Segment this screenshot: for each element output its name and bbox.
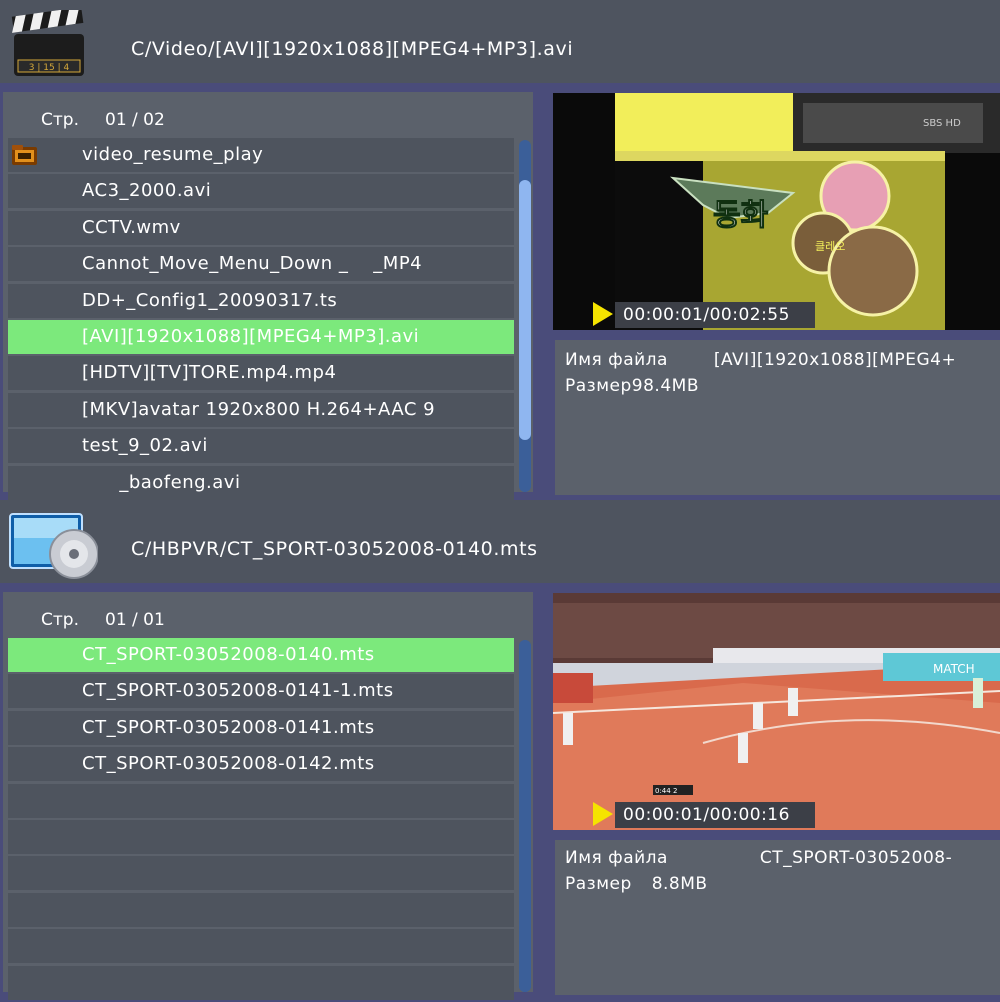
list-item-empty (8, 856, 514, 891)
file-info-pane: Имя файла [AVI][1920x1088][MPEG4+ Размер… (555, 340, 1000, 495)
list-item-label: CT_SPORT-03052008-0142.mts (82, 753, 375, 775)
current-path: C/Video/[AVI][1920x1088][MPEG4+MP3].avi (131, 38, 574, 60)
size-value: 98.4MB (631, 376, 699, 396)
scoreboard: 0:44 2 (655, 787, 677, 795)
video-frame: 동화 클레오 SBS HD (553, 93, 1000, 330)
list-item[interactable]: test_9_02.avi (8, 429, 514, 464)
list-item[interactable]: Cannot_Move_Menu_Down _ _MP4 (8, 247, 514, 282)
recording-browser-panel: C/HBPVR/CT_SPORT-03052008-0140.mts Стр. 0… (0, 500, 1000, 1000)
size-row: Размер 8.8MB (565, 874, 708, 894)
list-item[interactable]: AC3_2000.avi (8, 174, 514, 209)
list-item-empty (8, 819, 514, 854)
list-item-empty (8, 929, 514, 964)
list-item-label: CT_SPORT-03052008-0140.mts (82, 644, 375, 665)
channel-watermark: SBS HD (923, 118, 961, 129)
clapperboard-icon: 3 | 15 | 4 (11, 10, 84, 76)
list-item[interactable]: _baofeng.avi (8, 465, 514, 500)
list-item[interactable]: CCTV.wmv (8, 210, 514, 245)
size-label: Размер (565, 376, 632, 396)
court-banner-text: MATCH (933, 662, 975, 676)
list-item[interactable]: CT_SPORT-03052008-0141-1.mts (8, 674, 514, 709)
scrollbar[interactable] (519, 140, 531, 492)
video-browser-panel: 3 | 15 | 4 C/Video/[AVI][1920x1088][MPEG… (0, 0, 1000, 500)
list-item-label: [MKV]avatar 1920x800 H.264+AAC 9 (82, 398, 436, 420)
page-label: Стр. (41, 110, 79, 130)
list-item-selected[interactable]: [AVI][1920x1088][MPEG4+MP3].avi (8, 319, 514, 354)
list-item-empty (8, 965, 514, 1000)
folder-icon (12, 145, 37, 165)
video-preview: MATCH 0:44 2 00:00:01/00:00:16 (553, 593, 1000, 830)
page-value: 01 / 01 (105, 610, 165, 630)
filename-label: Имя файла (565, 848, 668, 868)
list-item[interactable]: CT_SPORT-03052008-0141.mts (8, 710, 514, 745)
page-label: Стр. (41, 610, 79, 630)
list-item[interactable]: DD+_Config1_20090317.ts (8, 283, 514, 318)
list-item-label: CT_SPORT-03052008-0141-1.mts (82, 680, 394, 702)
filename-label: Имя файла (565, 350, 668, 370)
list-item-label: _baofeng.avi (82, 471, 241, 493)
list-item[interactable]: [MKV]avatar 1920x800 H.264+AAC 9 (8, 392, 514, 427)
clapper-text: 3 | 15 | 4 (29, 63, 70, 73)
page-indicator: Стр. 01 / 01 (41, 610, 165, 630)
file-list: CT_SPORT-03052008-0140.mts CT_SPORT-0305… (8, 638, 514, 1002)
scrollbar[interactable] (519, 640, 531, 992)
play-icon (593, 302, 613, 326)
filename-row: Имя файла CT_SPORT-03052008- (565, 848, 952, 868)
list-item-selected[interactable]: CT_SPORT-03052008-0140.mts (8, 638, 514, 672)
current-path: C/HBPVR/CT_SPORT-03052008-0140.mts (131, 538, 538, 560)
list-item[interactable]: video_resume_play (8, 138, 514, 172)
list-item-empty (8, 892, 514, 927)
video-frame: MATCH 0:44 2 (553, 593, 1000, 830)
list-item-label: CCTV.wmv (82, 216, 181, 238)
list-item-label: Cannot_Move_Menu_Down _ _MP4 (82, 253, 423, 275)
monitor-disc-icon (9, 513, 98, 579)
header-bar: C/HBPVR/CT_SPORT-03052008-0140.mts (0, 500, 1000, 583)
list-item-label: video_resume_play (82, 144, 264, 165)
size-value: 8.8MB (651, 874, 708, 894)
list-item-label: [AVI][1920x1088][MPEG4+MP3].avi (82, 325, 420, 347)
scrollbar-thumb[interactable] (519, 640, 531, 992)
page-indicator: Стр. 01 / 02 (41, 110, 165, 130)
korean-subtitle: 클레오 (815, 240, 845, 253)
header-bar: 3 | 15 | 4 C/Video/[AVI][1920x1088][MPEG… (0, 0, 1000, 83)
size-label: Размер (565, 874, 632, 894)
list-item[interactable]: CT_SPORT-03052008-0142.mts (8, 747, 514, 782)
list-item-label: test_9_02.avi (82, 435, 208, 457)
page-value: 01 / 02 (105, 110, 165, 130)
playback-time: 00:00:01/00:02:55 (615, 302, 815, 328)
list-item-label: AC3_2000.avi (82, 180, 212, 202)
play-icon (593, 802, 613, 826)
filename-value: CT_SPORT-03052008- (759, 848, 953, 868)
list-item-label: DD+_Config1_20090317.ts (82, 289, 338, 311)
list-item-label: CT_SPORT-03052008-0141.mts (82, 716, 375, 738)
filename-row: Имя файла [AVI][1920x1088][MPEG4+ (565, 350, 956, 370)
size-row: Размер98.4MB (565, 376, 699, 396)
playback-time: 00:00:01/00:00:16 (615, 802, 815, 828)
file-list-pane: Стр. 01 / 02 video_resume_play AC3_2000.a… (3, 92, 533, 500)
filename-value: [AVI][1920x1088][MPEG4+ (713, 350, 957, 370)
list-item-empty (8, 783, 514, 818)
file-list: video_resume_play AC3_2000.avi CCTV.wmv … (8, 138, 514, 502)
list-item-label: [HDTV][TV]TORE.mp4.mp4 (82, 362, 337, 384)
file-list-pane: Стр. 01 / 01 CT_SPORT-03052008-0140.mts C… (3, 592, 533, 1000)
korean-title: 동화 (713, 198, 769, 233)
video-preview: 동화 클레오 SBS HD 00:00:01/00:02:55 (553, 93, 1000, 330)
scrollbar-thumb[interactable] (519, 180, 531, 440)
file-info-pane: Имя файла CT_SPORT-03052008- Размер 8.8M… (555, 840, 1000, 995)
list-item[interactable]: [HDTV][TV]TORE.mp4.mp4 (8, 356, 514, 391)
